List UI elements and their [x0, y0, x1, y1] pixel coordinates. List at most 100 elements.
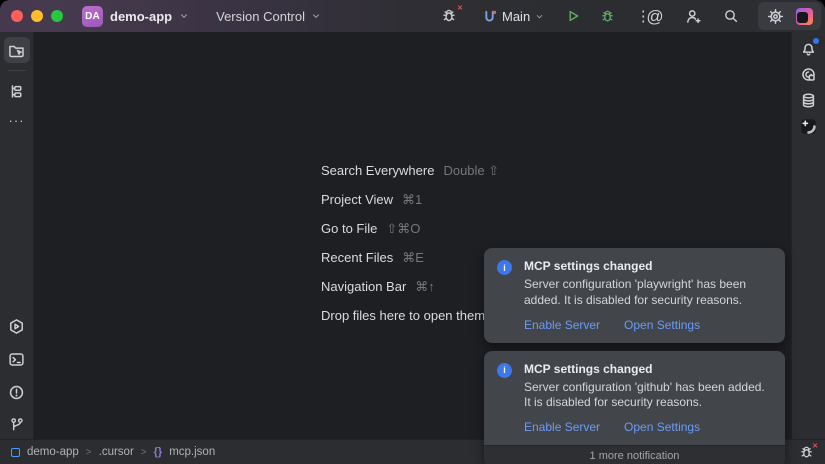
bug-icon — [441, 8, 457, 24]
sidebar-item-project[interactable] — [4, 37, 30, 63]
plugin-icon — [800, 118, 817, 135]
shortcut-label: Project View — [321, 192, 393, 207]
notification-body: Server configuration 'playwright' has be… — [524, 277, 771, 309]
git-branch-icon — [9, 417, 25, 433]
breadcrumb-project[interactable]: demo-app — [27, 446, 79, 458]
ai-assistant-button[interactable]: @ — [644, 5, 666, 27]
debug-listener-off-button[interactable]: ✕ — [438, 5, 460, 27]
run-config-selector[interactable]: Main — [482, 9, 544, 24]
more-notifications-button[interactable]: 1 more notification — [484, 445, 785, 464]
chevron-down-icon — [179, 11, 189, 21]
close-window-button[interactable] — [11, 10, 23, 22]
shortcut-row: Recent Files ⌘E — [321, 243, 499, 272]
notification-card-group: i MCP settings changed Server configurat… — [484, 351, 785, 464]
breadcrumb-file[interactable]: mcp.json — [169, 446, 215, 458]
notification-stack: i MCP settings changed Server configurat… — [484, 248, 785, 464]
sidebar-item-problems[interactable] — [4, 379, 30, 405]
notification-title: MCP settings changed — [524, 259, 771, 273]
info-icon: i — [497, 363, 512, 378]
notification-actions: Enable Server Open Settings — [524, 420, 771, 434]
minimize-window-button[interactable] — [31, 10, 43, 22]
vcs-menu-button[interactable]: Version Control — [216, 9, 321, 24]
phpstorm-window: DA demo-app Version Control ✕ — [0, 0, 825, 464]
breadcrumb: demo-app > .cursor > {} mcp.json — [11, 446, 215, 458]
notification-card: i MCP settings changed Server configurat… — [484, 248, 785, 343]
sidebar-item-terminal[interactable] — [4, 346, 30, 372]
gradient-app-icon — [796, 8, 813, 25]
shortcut-label: Recent Files — [321, 250, 393, 265]
services-hexagon-icon — [8, 318, 25, 335]
screen-share-indicator[interactable] — [793, 5, 815, 27]
module-icon — [11, 448, 20, 457]
notification-card: i MCP settings changed Server configurat… — [484, 351, 785, 446]
sidebar-item-version-control[interactable] — [4, 412, 30, 438]
commit-structure-icon — [8, 83, 25, 100]
project-avatar: DA — [82, 6, 103, 27]
error-mark: ✕ — [812, 442, 818, 450]
zoom-window-button[interactable] — [51, 10, 63, 22]
sidebar-item-more-tools[interactable]: ··· — [4, 107, 30, 133]
shortcut-key: ⌘E — [402, 250, 424, 266]
shortcut-key: ⌘↑ — [415, 279, 435, 295]
shortcut-key: Double ⇧ — [443, 163, 499, 179]
sidebar-item-commit[interactable] — [4, 78, 30, 104]
sidebar-item-notifications[interactable] — [796, 35, 822, 61]
shortcut-key: ⌘1 — [402, 192, 422, 208]
debug-bug-icon — [600, 9, 615, 24]
shortcut-label: Navigation Bar — [321, 279, 406, 294]
error-mark: ✕ — [457, 4, 463, 12]
window-controls — [11, 10, 63, 22]
sidebar-item-plugin-tool[interactable] — [796, 113, 822, 139]
vcs-menu-label: Version Control — [216, 9, 305, 24]
left-stripe-bottom — [4, 313, 30, 438]
shortcut-row: Drop files here to open them — [321, 301, 499, 330]
shortcut-label: Search Everywhere — [321, 163, 434, 178]
problems-icon — [8, 384, 25, 401]
code-with-me-button[interactable] — [682, 5, 704, 27]
ai-assistant-icon — [800, 66, 817, 83]
terminal-icon — [8, 351, 25, 368]
user-plus-icon — [685, 8, 702, 25]
shortcut-row: Search Everywhere Double ⇧ — [321, 156, 499, 185]
drop-files-hint: Drop files here to open them — [321, 308, 485, 323]
database-icon — [800, 92, 817, 109]
shortcut-key: ⇧⌘O — [386, 221, 420, 237]
titlebar: DA demo-app Version Control ✕ — [0, 0, 825, 32]
shortcut-row: Project View ⌘1 — [321, 185, 499, 214]
notification-actions: Enable Server Open Settings — [524, 318, 771, 332]
sidebar-item-ai-assistant[interactable] — [796, 61, 822, 87]
breadcrumb-folder[interactable]: .cursor — [99, 446, 134, 458]
chevron-right-icon: > — [86, 447, 92, 458]
project-folder-icon — [8, 42, 25, 59]
search-icon — [723, 8, 739, 24]
chevron-down-icon — [535, 12, 544, 21]
right-tool-stripe — [791, 32, 825, 440]
open-settings-link[interactable]: Open Settings — [624, 420, 700, 434]
settings-group — [758, 2, 821, 30]
enable-server-link[interactable]: Enable Server — [524, 420, 600, 434]
run-config-app-icon — [482, 9, 497, 24]
stripe-separator — [8, 70, 26, 71]
run-toolbar: ✕ Main ⋮ — [438, 0, 654, 32]
project-name: demo-app — [110, 9, 172, 24]
open-settings-link[interactable]: Open Settings — [624, 318, 700, 332]
shortcut-row: Navigation Bar ⌘↑ — [321, 272, 499, 301]
at-icon: @ — [646, 8, 663, 25]
xdebug-toggle[interactable]: ✕ — [797, 443, 815, 461]
sidebar-item-database[interactable] — [796, 87, 822, 113]
project-switcher[interactable]: DA demo-app — [82, 6, 189, 27]
left-tool-stripe: ··· — [0, 32, 34, 440]
chevron-down-icon — [311, 11, 321, 21]
shortcut-row: Go to File ⇧⌘O — [321, 214, 499, 243]
play-icon — [565, 8, 581, 24]
debug-button[interactable] — [596, 5, 618, 27]
notification-body: Server configuration 'github' has been a… — [524, 380, 771, 412]
notification-badge-dot — [811, 36, 821, 46]
shortcut-label: Go to File — [321, 221, 377, 236]
enable-server-link[interactable]: Enable Server — [524, 318, 600, 332]
settings-button[interactable] — [764, 5, 786, 27]
run-button[interactable] — [562, 5, 584, 27]
run-config-name: Main — [502, 9, 530, 24]
search-everywhere-button[interactable] — [720, 5, 742, 27]
sidebar-item-services[interactable] — [4, 313, 30, 339]
